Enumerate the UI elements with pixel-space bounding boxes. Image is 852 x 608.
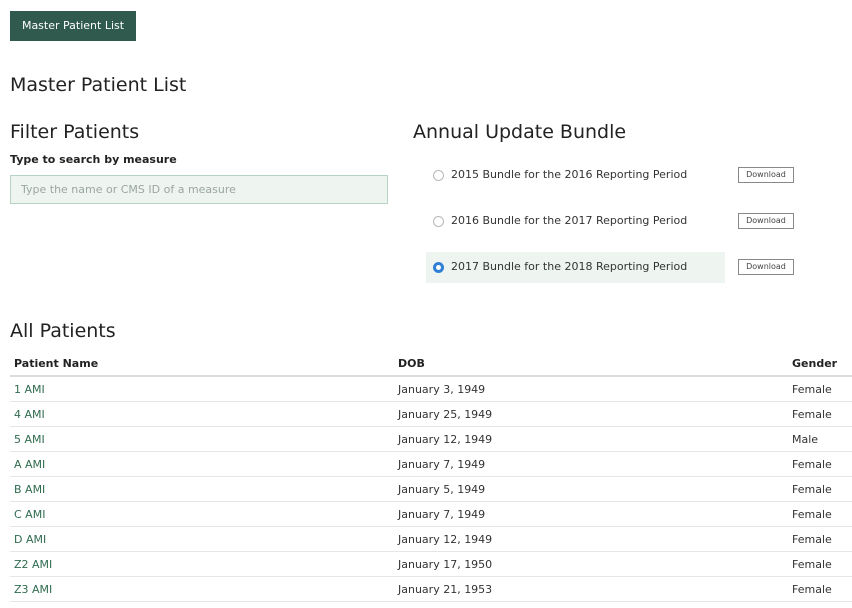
table-row: Z3 AMI January 21, 1953 Female [10,576,852,602]
table-row: D AMI January 12, 1949 Female [10,526,852,552]
patient-dob-cell: January 5, 1949 [394,476,788,502]
bundle-option-2015[interactable]: 2015 Bundle for the 2016 Reporting Perio… [426,160,725,191]
patients-table: Patient Name DOB Gender 1 AMI January 3, … [10,351,852,602]
patient-name-cell: Z2 AMI [10,551,394,577]
patient-name-cell: D AMI [10,526,394,552]
all-patients-heading: All Patients [10,320,116,342]
patient-gender-cell: Female [788,551,852,577]
patient-dob-cell: January 17, 1950 [394,551,788,577]
patient-dob-cell: January 7, 1949 [394,451,788,477]
radio-2016[interactable] [433,216,444,227]
patient-gender-cell: Female [788,376,852,402]
patient-rows: 1 AMI January 3, 1949 Female 4 AMI January 2… [10,376,852,602]
patient-name-link[interactable]: A AMI [14,458,45,471]
patient-name-link[interactable]: B AMI [14,483,45,496]
table-row: C AMI January 7, 1949 Female [10,501,852,527]
page: Master Patient List Master Patient List … [0,0,852,608]
download-button-2015[interactable]: Download [738,167,794,183]
download-button-2016[interactable]: Download [738,213,794,229]
annual-update-bundle-heading: Annual Update Bundle [413,121,627,143]
patient-gender-cell: Female [788,526,852,552]
radio-2017[interactable] [433,262,444,273]
tab-master-patient-list[interactable]: Master Patient List [10,11,136,41]
table-row: 5 AMI January 12, 1949 Male [10,426,852,452]
column-header-dob[interactable]: DOB [394,351,788,377]
patient-name-link[interactable]: D AMI [14,533,46,546]
patient-name-cell: B AMI [10,476,394,502]
column-header-gender[interactable]: Gender [788,351,852,377]
filter-patients-heading: Filter Patients [10,121,140,143]
page-title: Master Patient List [10,74,187,96]
patient-gender-cell: Female [788,476,852,502]
patient-name-link[interactable]: 4 AMI [14,408,45,421]
patient-dob-cell: January 21, 1953 [394,576,788,602]
patient-name-cell: A AMI [10,451,394,477]
table-row: 4 AMI January 25, 1949 Female [10,401,852,427]
patient-name-link[interactable]: C AMI [14,508,45,521]
table-row: A AMI January 7, 1949 Female [10,451,852,477]
table-row: Z2 AMI January 17, 1950 Female [10,551,852,577]
patient-dob-cell: January 25, 1949 [394,401,788,427]
search-label: Type to search by measure [10,153,177,166]
patient-name-cell: C AMI [10,501,394,527]
patient-name-cell: 4 AMI [10,401,394,427]
bundle-label-2016: 2016 Bundle for the 2017 Reporting Perio… [451,214,688,227]
patient-gender-cell: Female [788,576,852,602]
patient-gender-cell: Female [788,401,852,427]
bundle-option-2017[interactable]: 2017 Bundle for the 2018 Reporting Perio… [426,252,725,283]
patient-name-link[interactable]: Z3 AMI [14,583,52,596]
column-header-patient-name[interactable]: Patient Name [10,351,394,377]
patient-name-cell: 1 AMI [10,376,394,402]
patient-name-cell: 5 AMI [10,426,394,452]
table-header-row: Patient Name DOB Gender [10,351,852,377]
patient-gender-cell: Male [788,426,852,452]
patient-dob-cell: January 7, 1949 [394,501,788,527]
table-row: B AMI January 5, 1949 Female [10,476,852,502]
table-row: 1 AMI January 3, 1949 Female [10,376,852,402]
patient-name-cell: Z3 AMI [10,576,394,602]
patient-gender-cell: Female [788,451,852,477]
patient-name-link[interactable]: Z2 AMI [14,558,52,571]
bundle-label-2017: 2017 Bundle for the 2018 Reporting Perio… [451,260,688,273]
patient-dob-cell: January 12, 1949 [394,526,788,552]
bundle-option-2016[interactable]: 2016 Bundle for the 2017 Reporting Perio… [426,206,725,237]
bundle-label-2015: 2015 Bundle for the 2016 Reporting Perio… [451,168,688,181]
download-button-2017[interactable]: Download [738,259,794,275]
patient-name-link[interactable]: 1 AMI [14,383,45,396]
patient-dob-cell: January 12, 1949 [394,426,788,452]
patient-gender-cell: Female [788,501,852,527]
patient-name-link[interactable]: 5 AMI [14,433,45,446]
radio-2015[interactable] [433,170,444,181]
measure-search-input[interactable] [10,175,388,204]
patient-dob-cell: January 3, 1949 [394,376,788,402]
